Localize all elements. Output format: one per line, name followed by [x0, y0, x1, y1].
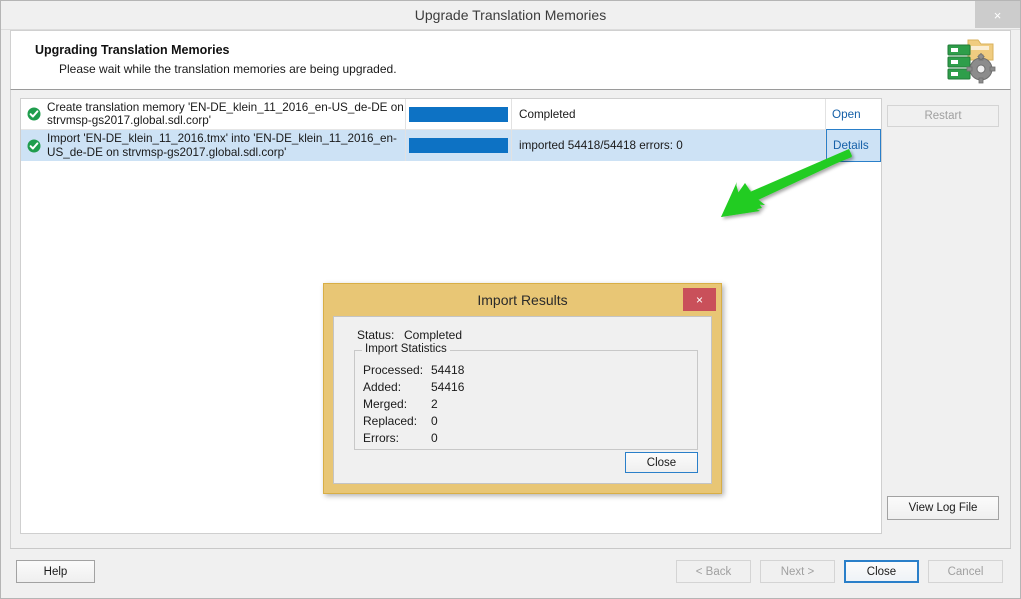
- window-titlebar: Upgrade Translation Memories ×: [1, 1, 1020, 30]
- dialog-status-row: Status: Completed: [357, 328, 462, 342]
- task-description: Import 'EN-DE_klein_11_2016.tmx' into 'E…: [47, 132, 397, 159]
- task-action-cell[interactable]: Details: [826, 129, 881, 162]
- wizard-footer: Help < Back Next > Close Cancel: [10, 548, 1011, 598]
- restart-button[interactable]: Restart: [887, 105, 999, 127]
- open-link[interactable]: Open: [832, 108, 861, 121]
- stat-label: Merged:: [363, 396, 408, 411]
- statistics-list: Processed: 54418 Added: 54416 Merged: 2: [363, 361, 464, 446]
- task-description-cell: Create translation memory 'EN-DE_klein_1…: [21, 99, 406, 129]
- dialog-body: Status: Completed Import Statistics Proce…: [333, 316, 712, 484]
- page-subtitle: Please wait while the translation memori…: [59, 62, 397, 76]
- next-button[interactable]: Next >: [760, 560, 835, 583]
- table-row[interactable]: Import 'EN-DE_klein_11_2016.tmx' into 'E…: [21, 129, 881, 162]
- footer-button-group: < Back Next > Close Cancel: [676, 560, 1003, 583]
- stat-label: Processed:: [363, 362, 424, 377]
- database-upgrade-icon: [944, 36, 996, 86]
- import-statistics-group: Import Statistics Processed: 54418 Added…: [354, 343, 698, 450]
- dialog-close-icon[interactable]: ×: [683, 288, 716, 311]
- import-results-dialog: Import Results × Status: Completed Import…: [323, 283, 722, 494]
- progress-cell: [406, 130, 512, 161]
- table-row[interactable]: Create translation memory 'EN-DE_klein_1…: [21, 99, 881, 130]
- status-value: Completed: [404, 328, 463, 342]
- dialog-title: Import Results: [477, 292, 568, 308]
- cancel-button[interactable]: Cancel: [928, 560, 1003, 583]
- window-title: Upgrade Translation Memories: [414, 7, 607, 23]
- progress-bar: [409, 138, 508, 153]
- list-item: Added: 54416: [363, 378, 464, 395]
- list-item: Replaced: 0: [363, 412, 464, 429]
- status-label: Status:: [357, 328, 395, 342]
- wizard-header: Upgrading Translation Memories Please wa…: [10, 30, 1011, 88]
- success-check-icon: [27, 107, 41, 121]
- task-message: imported 54418/54418 errors: 0: [512, 130, 826, 161]
- list-item: Merged: 2: [363, 395, 464, 412]
- stat-label: Replaced:: [363, 413, 418, 428]
- task-message: Completed: [512, 99, 826, 129]
- progress-bar: [409, 106, 508, 122]
- task-action-cell[interactable]: Open: [826, 99, 881, 129]
- list-item: Errors: 0: [363, 429, 464, 446]
- stat-value: 0: [431, 430, 438, 445]
- stat-value: 2: [431, 396, 438, 411]
- task-description: Create translation memory 'EN-DE_klein_1…: [47, 100, 404, 128]
- upgrade-translation-memories-window: Upgrade Translation Memories × Upgrading…: [0, 0, 1021, 599]
- help-button[interactable]: Help: [16, 560, 95, 583]
- dialog-close-button[interactable]: Close: [625, 452, 698, 473]
- stat-value: 54416: [431, 379, 465, 394]
- window-close-icon[interactable]: ×: [975, 1, 1020, 28]
- success-check-icon: [27, 139, 41, 153]
- task-description-cell: Import 'EN-DE_klein_11_2016.tmx' into 'E…: [21, 130, 406, 161]
- details-link[interactable]: Details: [833, 139, 869, 152]
- stat-value: 0: [431, 413, 438, 428]
- stat-label: Added:: [363, 379, 402, 394]
- wizard-body: Create translation memory 'EN-DE_klein_1…: [10, 90, 1011, 548]
- list-item: Processed: 54418: [363, 361, 464, 378]
- close-button[interactable]: Close: [844, 560, 919, 583]
- stat-value: 54418: [431, 362, 465, 377]
- back-button[interactable]: < Back: [676, 560, 751, 583]
- stat-label: Errors:: [363, 430, 399, 445]
- page-title: Upgrading Translation Memories: [35, 43, 230, 57]
- view-log-file-button[interactable]: View Log File: [887, 496, 999, 520]
- group-legend: Import Statistics: [362, 343, 450, 355]
- progress-cell: [406, 99, 512, 129]
